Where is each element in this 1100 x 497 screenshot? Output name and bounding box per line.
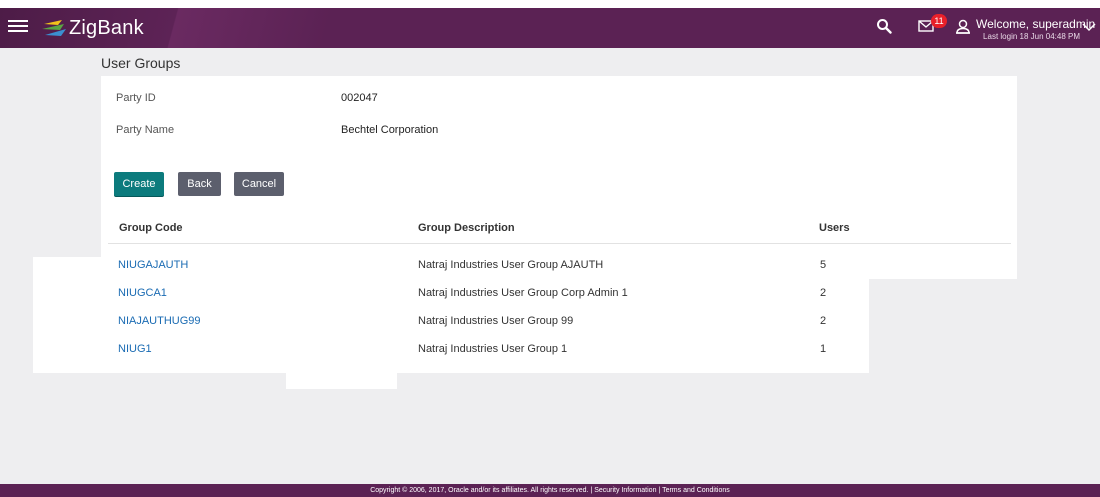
page-top-strip	[0, 0, 1100, 8]
logo-icon	[42, 20, 66, 36]
page-title: User Groups	[101, 55, 181, 71]
group-description: Natraj Industries User Group 1	[418, 343, 568, 355]
group-code-link[interactable]: NIUGCA1	[118, 287, 167, 299]
user-welcome[interactable]: Welcome, superadmin Last login 18 Jun 04…	[976, 17, 1096, 41]
notification-badge: 11	[931, 14, 947, 28]
footer-separator: |	[658, 487, 661, 494]
party-id-label: Party ID	[116, 92, 156, 104]
group-code-link[interactable]: NIAJAUTHUG99	[118, 315, 201, 327]
create-button[interactable]: Create	[114, 172, 164, 196]
group-users-count: 2	[820, 315, 827, 327]
user-icon[interactable]	[956, 19, 970, 34]
column-header-group-code: Group Code	[119, 222, 183, 234]
security-information-link[interactable]: Security Information	[594, 487, 656, 494]
brand-name: ZigBank	[69, 16, 144, 39]
party-id-value: 002047	[341, 92, 378, 104]
group-code-link[interactable]: NIUGAJAUTH	[118, 259, 188, 271]
group-description: Natraj Industries User Group 99	[418, 315, 574, 327]
page-footer: Copyright © 2006, 2017, Oracle and/or it…	[0, 484, 1100, 497]
group-code-link[interactable]: NIUG1	[118, 343, 152, 355]
group-users-count: 5	[820, 259, 827, 271]
group-users-count: 2	[820, 287, 827, 299]
last-login-text: Last login 18 Jun 04:48 PM	[983, 32, 1080, 41]
group-description: Natraj Industries User Group Corp Admin …	[418, 287, 628, 299]
cancel-button[interactable]: Cancel	[234, 172, 284, 196]
table-header-divider	[108, 243, 1011, 244]
group-description: Natraj Industries User Group AJAUTH	[418, 259, 604, 271]
party-name-label: Party Name	[116, 124, 175, 136]
column-header-group-description: Group Description	[418, 222, 515, 234]
menu-icon[interactable]	[8, 17, 28, 35]
group-users-count: 1	[820, 343, 827, 355]
search-icon[interactable]	[876, 18, 892, 34]
back-button[interactable]: Back	[178, 172, 221, 196]
brand-logo[interactable]: ZigBank	[42, 16, 144, 40]
footer-separator: |	[590, 487, 593, 494]
table-panel-extension	[286, 370, 397, 389]
app-header: ZigBank 11 Welcome, superadmin Last logi…	[0, 8, 1100, 48]
column-header-users: Users	[819, 222, 850, 234]
copyright-text: Copyright © 2006, 2017, Oracle and/or it…	[370, 487, 589, 494]
terms-and-conditions-link[interactable]: Terms and Conditions	[662, 487, 730, 494]
welcome-text: Welcome, superadmin	[976, 17, 1096, 31]
chevron-down-icon[interactable]	[1082, 22, 1096, 32]
party-name-value: Bechtel Corporation	[341, 124, 439, 136]
